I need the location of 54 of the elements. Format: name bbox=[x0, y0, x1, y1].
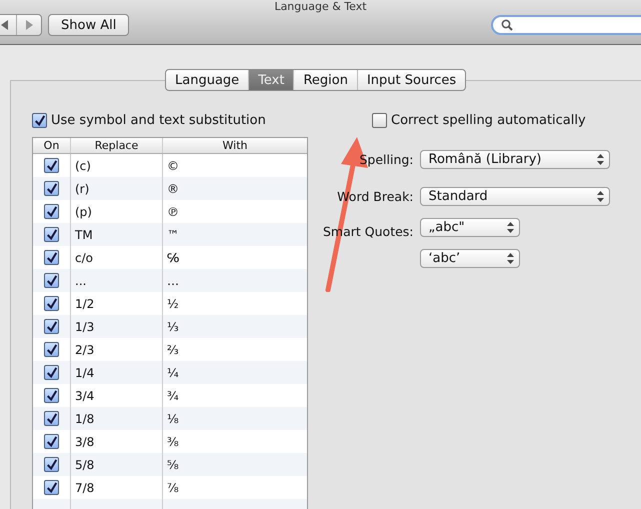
table-cell: ⅓ bbox=[162, 315, 307, 338]
checkbox[interactable] bbox=[44, 457, 59, 472]
tab[interactable]: Region bbox=[294, 70, 358, 90]
checkbox[interactable] bbox=[44, 250, 59, 265]
column-header[interactable]: On bbox=[33, 138, 71, 153]
table-cell: 1/4 bbox=[70, 361, 162, 384]
back-button[interactable] bbox=[0, 15, 17, 35]
column-header[interactable]: Replace bbox=[71, 138, 163, 153]
checkbox[interactable] bbox=[44, 342, 59, 357]
table-cell: TM bbox=[70, 223, 162, 246]
checkbox[interactable] bbox=[44, 273, 59, 288]
checkbox[interactable] bbox=[44, 204, 59, 219]
window-title: Language & Text bbox=[273, 0, 368, 13]
checkbox[interactable] bbox=[44, 365, 59, 380]
table-cell: (r) bbox=[70, 177, 162, 200]
checkbox[interactable] bbox=[44, 434, 59, 449]
table-cell: 5/8 bbox=[70, 453, 162, 476]
up-down-arrows-icon bbox=[506, 222, 514, 233]
checkbox[interactable] bbox=[44, 296, 59, 311]
search-field[interactable] bbox=[491, 15, 641, 35]
checkbox[interactable] bbox=[44, 158, 59, 173]
checkbox[interactable] bbox=[32, 113, 47, 128]
table-cell: ⅛ bbox=[162, 407, 307, 430]
double-quotes-dropdown[interactable]: „abc" bbox=[420, 218, 520, 237]
up-down-arrows-icon bbox=[596, 191, 604, 202]
table-cell: ® bbox=[162, 177, 307, 200]
table-cell: ¼ bbox=[162, 361, 307, 384]
up-down-arrows-icon bbox=[506, 253, 514, 264]
table-cell: 1/8 bbox=[70, 407, 162, 430]
checkbox[interactable] bbox=[44, 388, 59, 403]
show-all-button[interactable]: Show All bbox=[48, 14, 130, 36]
tab[interactable]: Text bbox=[249, 70, 294, 90]
checkbox[interactable] bbox=[44, 319, 59, 334]
checkbox[interactable] bbox=[44, 480, 59, 495]
table-cell: 1/3 bbox=[70, 315, 162, 338]
checkbox[interactable] bbox=[44, 181, 59, 196]
table-cell: … bbox=[162, 269, 307, 292]
table-cell: ⅝ bbox=[162, 453, 307, 476]
word-break-dropdown[interactable]: Standard bbox=[420, 187, 610, 206]
checkbox-label: Use symbol and text substitution bbox=[51, 113, 266, 128]
table-cell: ™ bbox=[162, 223, 307, 246]
up-down-arrows-icon bbox=[596, 154, 604, 165]
checkbox-label: Correct spelling automatically bbox=[391, 113, 586, 128]
tab[interactable]: Input Sources bbox=[358, 70, 466, 90]
right-triangle-icon bbox=[25, 20, 33, 30]
left-triangle-icon bbox=[0, 20, 8, 30]
column-header[interactable]: With bbox=[163, 138, 307, 153]
search-icon bbox=[501, 19, 513, 31]
checkbox[interactable] bbox=[44, 227, 59, 242]
table-cell: ... bbox=[70, 269, 162, 292]
checkbox[interactable] bbox=[372, 113, 387, 128]
single-quotes-dropdown[interactable]: ‘abc’ bbox=[420, 249, 520, 268]
spelling-dropdown[interactable]: Română (Library) bbox=[420, 150, 610, 169]
checkbox[interactable] bbox=[44, 411, 59, 426]
